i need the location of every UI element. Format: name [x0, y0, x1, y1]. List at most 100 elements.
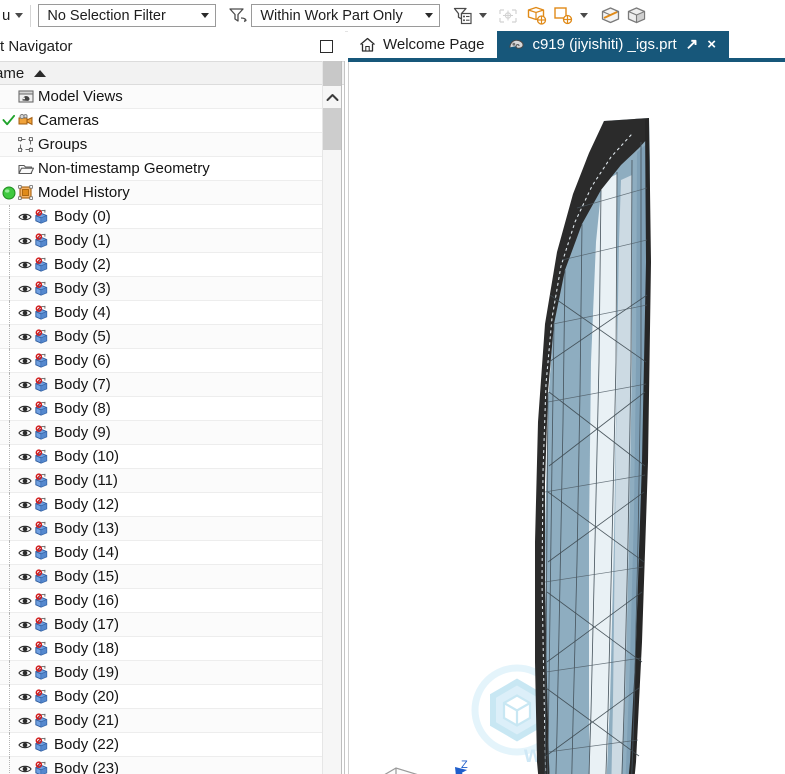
tree-connector-line [9, 613, 11, 637]
visibility-eye-icon[interactable] [18, 354, 32, 368]
body-icon [33, 376, 50, 393]
visibility-eye-icon[interactable] [18, 426, 32, 440]
tree-row[interactable]: Body (4) [0, 301, 322, 325]
tree-row[interactable]: Body (22) [0, 733, 322, 757]
tree-vertical-scrollbar[interactable] [322, 61, 341, 774]
tree-connector-line [9, 277, 11, 301]
filter-settings-icon[interactable] [450, 4, 476, 28]
visibility-eye-icon[interactable] [18, 402, 32, 416]
selection-filter-dialog-icon[interactable] [225, 4, 251, 28]
visibility-eye-icon[interactable] [18, 210, 32, 224]
tree-connector-line [9, 373, 11, 397]
select-solid-body-icon[interactable] [525, 4, 551, 28]
active-status-dot-icon[interactable] [2, 186, 16, 200]
visibility-eye-icon[interactable] [18, 282, 32, 296]
detach-tab-icon[interactable]: ↗ [686, 37, 699, 52]
shaded-display-icon[interactable] [597, 4, 623, 28]
tree-row[interactable]: Body (5) [0, 325, 322, 349]
tree-row[interactable]: Body (18) [0, 637, 322, 661]
visibility-eye-icon[interactable] [18, 618, 32, 632]
tree-connector-line [9, 325, 11, 349]
menu-button[interactable]: u [0, 7, 24, 24]
tree-row[interactable]: Body (1) [0, 229, 322, 253]
panel-outer-divider [344, 61, 345, 774]
tree-column-header[interactable]: ame [0, 61, 345, 85]
tree-connector-line [9, 637, 11, 661]
tree-row-label: Body (2) [54, 256, 111, 273]
float-window-button[interactable] [320, 39, 333, 53]
visibility-eye-icon[interactable] [18, 522, 32, 536]
menu-button-label: u [2, 7, 11, 24]
body-icon [33, 592, 50, 609]
select-feature-icon[interactable] [551, 4, 577, 28]
visibility-eye-icon[interactable] [18, 258, 32, 272]
tree-row[interactable]: Body (12) [0, 493, 322, 517]
tree-row[interactable]: Body (19) [0, 661, 322, 685]
tree-row[interactable]: Body (14) [0, 541, 322, 565]
tree-row[interactable]: Non-timestamp Geometry [0, 157, 322, 181]
selection-filter-dropdown[interactable]: No Selection Filter [38, 4, 217, 27]
visibility-eye-icon[interactable] [18, 498, 32, 512]
scroll-up-arrow-icon[interactable] [323, 86, 341, 108]
visibility-eye-icon[interactable] [18, 690, 32, 704]
part-navigator-tree[interactable]: Model Views Cameras Groups Non-timestamp Ge… [0, 85, 322, 774]
visibility-eye-icon[interactable] [18, 330, 32, 344]
visibility-eye-icon[interactable] [18, 762, 32, 774]
graphics-viewport[interactable]: 3D www. [348, 62, 785, 774]
visibility-eye-icon[interactable] [18, 642, 32, 656]
tab-welcome-page[interactable]: Welcome Page [348, 31, 498, 58]
tree-row[interactable]: Body (21) [0, 709, 322, 733]
close-icon[interactable]: × [707, 37, 716, 52]
tree-row[interactable]: Body (7) [0, 373, 322, 397]
tree-row[interactable]: Body (23) [0, 757, 322, 774]
scroll-thumb[interactable] [323, 108, 341, 150]
visibility-eye-icon[interactable] [18, 306, 32, 320]
visibility-eye-icon[interactable] [18, 474, 32, 488]
filter-settings-chevron-down-icon[interactable] [476, 4, 490, 28]
render-style-icon[interactable] [623, 4, 649, 28]
tree-row[interactable]: Body (20) [0, 685, 322, 709]
tree-row[interactable]: Model History [0, 181, 322, 205]
visibility-eye-icon[interactable] [18, 546, 32, 560]
select-feature-chevron-down-icon[interactable] [577, 4, 591, 28]
tree-row-label: Body (12) [54, 496, 120, 513]
tree-connector-line [9, 349, 11, 373]
tree-row[interactable]: Model Views [0, 85, 322, 109]
visibility-eye-icon[interactable] [18, 378, 32, 392]
tree-row[interactable]: Body (13) [0, 517, 322, 541]
tree-row[interactable]: Body (8) [0, 397, 322, 421]
tree-connector-line [9, 421, 11, 445]
visibility-eye-icon[interactable] [18, 234, 32, 248]
visibility-eye-icon[interactable] [18, 738, 32, 752]
column-header-name[interactable]: ame [0, 65, 47, 82]
green-check-icon[interactable] [2, 114, 16, 128]
scrollbar-corner [323, 61, 341, 86]
tree-row[interactable]: Body (17) [0, 613, 322, 637]
visibility-eye-icon[interactable] [18, 666, 32, 680]
tree-row[interactable]: Groups [0, 133, 322, 157]
toolbar-divider-1 [30, 4, 32, 27]
tree-row[interactable]: Body (9) [0, 421, 322, 445]
tree-row[interactable]: Body (0) [0, 205, 322, 229]
visibility-eye-icon[interactable] [18, 570, 32, 584]
sort-ascending-icon [34, 69, 47, 77]
tree-row[interactable]: Body (11) [0, 469, 322, 493]
body-icon [33, 232, 50, 249]
visibility-eye-icon[interactable] [18, 450, 32, 464]
tree-row-label: Body (21) [54, 712, 120, 729]
tree-row[interactable]: Body (3) [0, 277, 322, 301]
scope-filter-dropdown[interactable]: Within Work Part Only [251, 4, 441, 27]
tree-row[interactable]: Body (6) [0, 349, 322, 373]
axis-z: Z [455, 759, 468, 774]
tree-row[interactable]: Cameras [0, 109, 322, 133]
tree-row[interactable]: Body (15) [0, 565, 322, 589]
tab-part-file[interactable]: c919 (jiyishiti) _igs.prt ↗ × [497, 31, 730, 58]
visibility-eye-icon[interactable] [18, 594, 32, 608]
tree-row[interactable]: Body (2) [0, 253, 322, 277]
tree-connector-line [9, 589, 11, 613]
snap-point-icon[interactable] [495, 4, 521, 28]
ug-nx-application-window: u No Selection Filter Within Work Part O… [0, 0, 785, 774]
visibility-eye-icon[interactable] [18, 714, 32, 728]
tree-row[interactable]: Body (16) [0, 589, 322, 613]
tree-row[interactable]: Body (10) [0, 445, 322, 469]
